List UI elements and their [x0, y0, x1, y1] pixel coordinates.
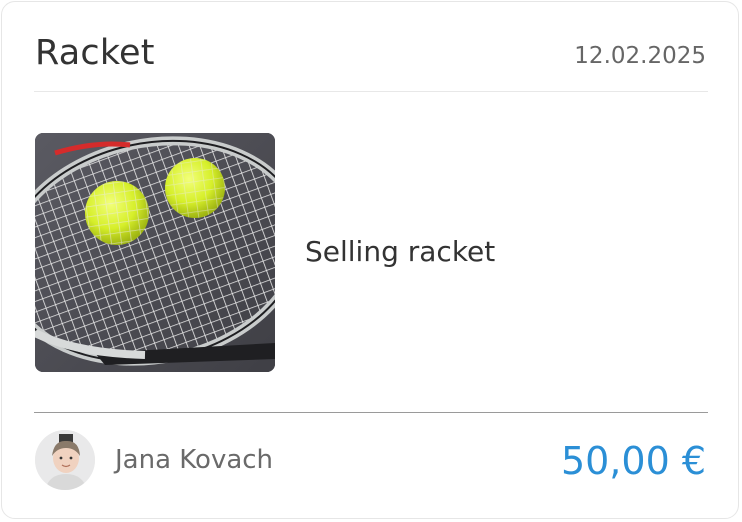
seller-info[interactable]: Jana Kovach: [35, 430, 273, 490]
user-avatar-image: [35, 430, 95, 490]
listing-price: 50,00 €: [560, 439, 706, 483]
listing-date: 12.02.2025: [574, 43, 706, 69]
racket-photo-image: [35, 133, 275, 372]
seller-name[interactable]: Jana Kovach: [115, 445, 273, 475]
header-divider: [34, 91, 708, 92]
avatar[interactable]: [35, 430, 95, 490]
listing-title: Racket: [35, 33, 155, 73]
listing-card[interactable]: Racket 12.02.2025 Selling racket Jana Ko…: [1, 1, 739, 519]
listing-description: Selling racket: [305, 235, 496, 268]
listing-photo[interactable]: [35, 133, 275, 372]
footer-divider: [34, 412, 708, 413]
